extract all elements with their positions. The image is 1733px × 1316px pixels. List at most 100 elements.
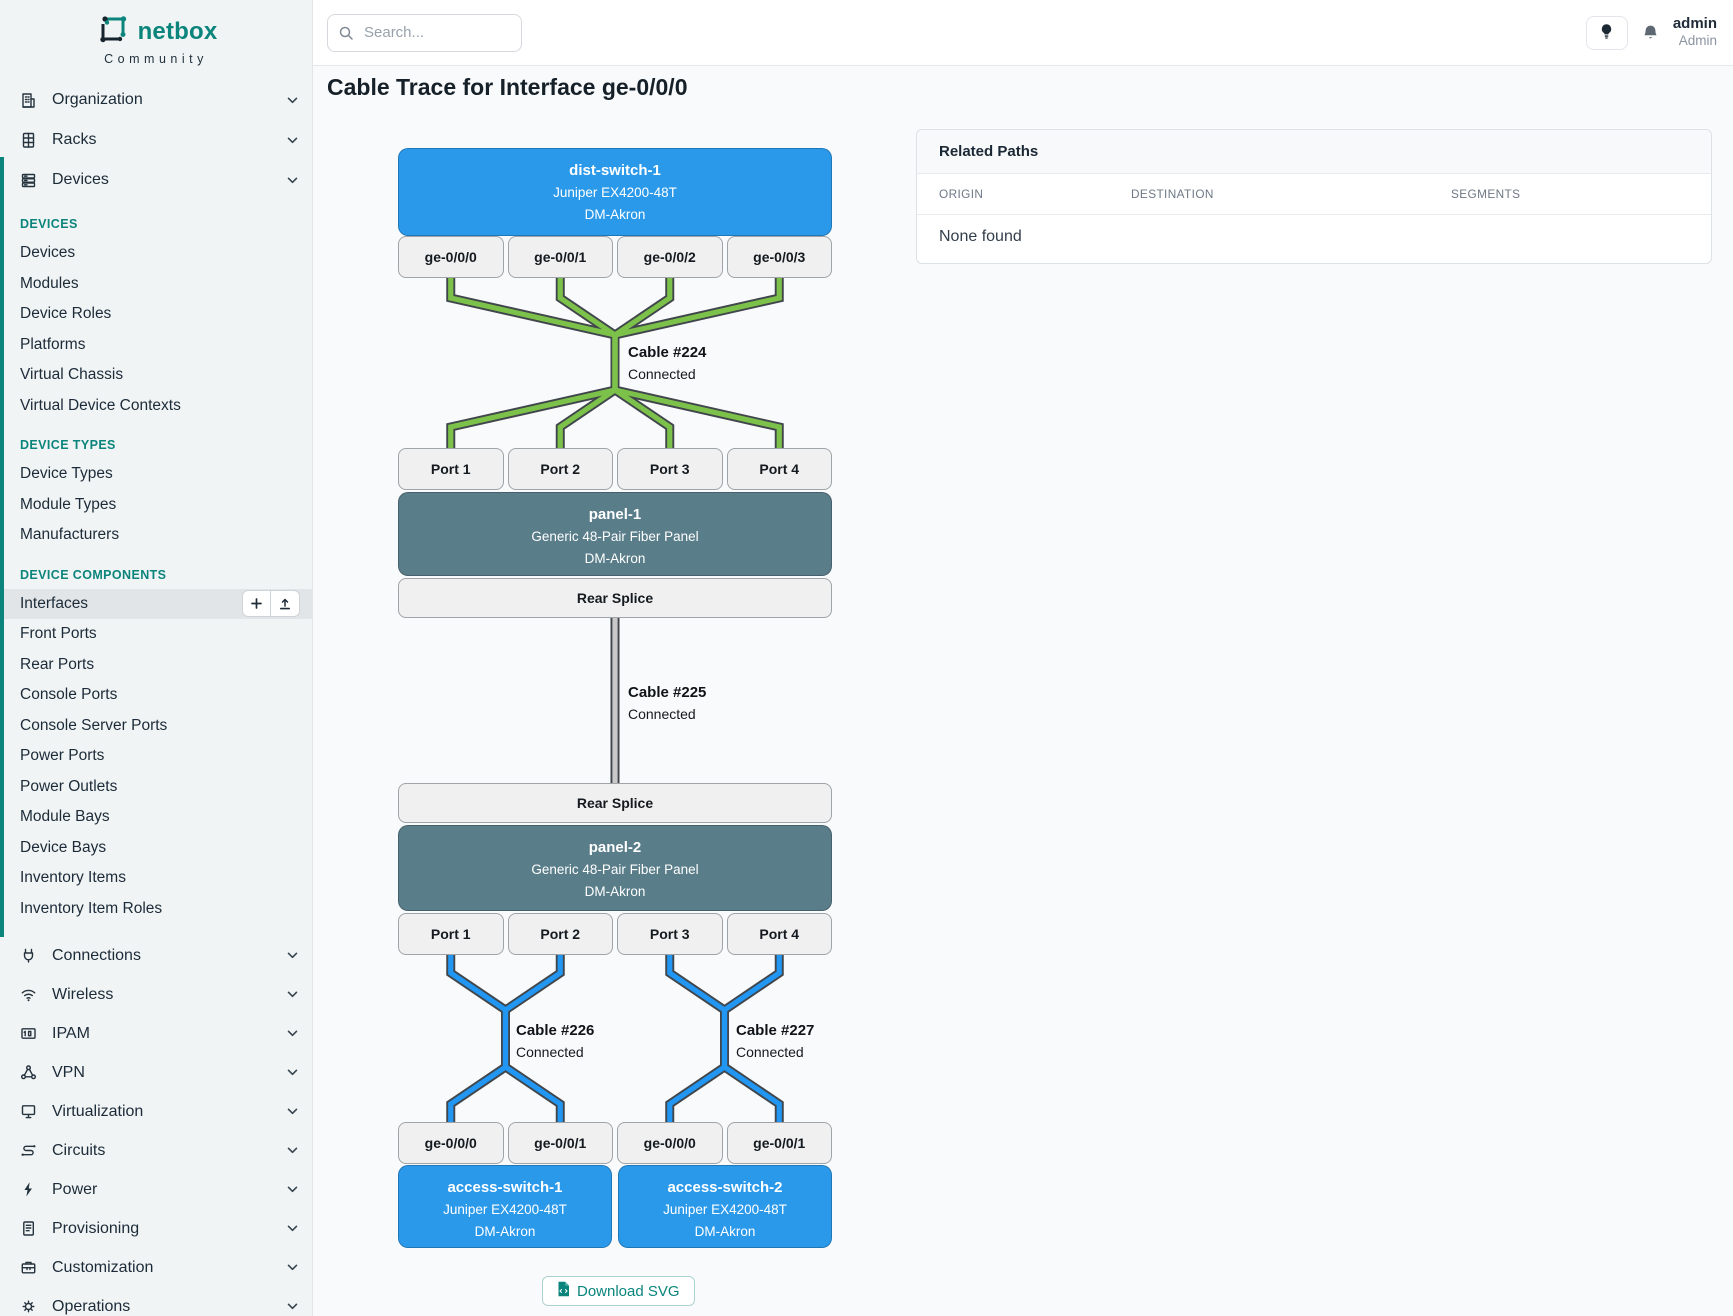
sidebar-item-organization[interactable]: Organization	[0, 80, 312, 120]
sidebar-item-devices[interactable]: Devices	[0, 160, 312, 200]
chevron-down-icon	[287, 952, 298, 959]
cable-status: Connected	[736, 1044, 814, 1060]
sidebar-item-label: Virtualization	[52, 1103, 143, 1121]
cable-227-line[interactable]	[670, 955, 725, 1122]
chevron-down-icon	[287, 1225, 298, 1232]
cable-name[interactable]: Cable #226	[516, 1022, 594, 1039]
sidebar-item-inventory-item-roles[interactable]: Inventory Item Roles	[0, 894, 312, 925]
sidebar-item-console-ports[interactable]: Console Ports	[0, 680, 312, 711]
sidebar-item-devices[interactable]: Devices	[0, 238, 312, 269]
cable-name[interactable]: Cable #225	[628, 684, 706, 701]
sidebar-item-module-types[interactable]: Module Types	[0, 490, 312, 521]
device-detail: Juniper EX4200-48T	[619, 1199, 831, 1221]
device-box-access-switch-1[interactable]: access-switch-1Juniper EX4200-48TDM-Akro…	[398, 1165, 612, 1248]
download-svg-button[interactable]: Download SVG	[542, 1276, 695, 1306]
device-detail: Generic 48-Pair Fiber Panel	[399, 859, 831, 881]
sidebar-item-label: Provisioning	[52, 1220, 139, 1238]
device-box-dist-switch-1[interactable]: dist-switch-1Juniper EX4200-48TDM-Akron	[398, 148, 832, 236]
port-box-ge-0-0-1[interactable]: ge-0/0/1	[508, 1122, 614, 1164]
port-box-ge-0-0-1[interactable]: ge-0/0/1	[508, 236, 614, 278]
sidebar-bottom-group: ConnectionsWirelessIPAMVPN Virtualization…	[0, 936, 312, 1316]
cable-label-cable-224[interactable]: Cable #224Connected	[628, 344, 706, 382]
sidebar-item-device-types[interactable]: Device Types	[0, 459, 312, 490]
device-detail: DM-Akron	[399, 1221, 611, 1243]
import-button[interactable]	[271, 590, 300, 617]
sidebar-item-module-bays[interactable]: Module Bays	[0, 802, 312, 833]
cable-226-line[interactable]	[451, 955, 506, 1122]
device-detail: Juniper EX4200-48T	[399, 182, 831, 204]
sidebar-item-circuits[interactable]: Circuits	[0, 1131, 312, 1170]
port-box-port-3[interactable]: Port 3	[617, 448, 723, 490]
sidebar-item-device-roles[interactable]: Device Roles	[0, 299, 312, 330]
cable-lines-layer	[398, 148, 832, 1258]
port-box-ge-0-0-2[interactable]: ge-0/0/2	[617, 236, 723, 278]
sidebar-item-front-ports[interactable]: Front Ports	[0, 619, 312, 650]
topbar: admin Admin	[313, 0, 1733, 66]
search-input[interactable]	[327, 14, 522, 52]
sidebar-item-vpn[interactable]: VPN	[0, 1053, 312, 1092]
sidebar-item-power-outlets[interactable]: Power Outlets	[0, 772, 312, 803]
sidebar-item-operations[interactable]: Operations	[0, 1287, 312, 1316]
port-box-port-4[interactable]: Port 4	[727, 913, 833, 955]
sidebar-item-console-server-ports[interactable]: Console Server Ports	[0, 711, 312, 742]
topbar-right: admin Admin	[1586, 15, 1717, 49]
rear-port-box-rear-splice[interactable]: Rear Splice	[398, 578, 832, 618]
sidebar-item-virtual-chassis[interactable]: Virtual Chassis	[0, 360, 312, 391]
cable-224-line[interactable]	[560, 278, 615, 448]
sidebar-item-rear-ports[interactable]: Rear Ports	[0, 650, 312, 681]
port-box-port-2[interactable]: Port 2	[508, 448, 614, 490]
cable-label-cable-225[interactable]: Cable #225 Connected	[628, 684, 706, 722]
netbox-logo[interactable]: netbox	[0, 13, 312, 50]
brand-name: netbox	[138, 18, 218, 46]
port-box-ge-0-0-0[interactable]: ge-0/0/0	[398, 1122, 504, 1164]
cable-224-line[interactable]	[451, 278, 615, 448]
sidebar-item-provisioning[interactable]: Provisioning	[0, 1209, 312, 1248]
rear-port-box-rear-splice[interactable]: Rear Splice	[398, 783, 832, 823]
port-box-port-2[interactable]: Port 2	[508, 913, 614, 955]
sidebar-item-racks[interactable]: Racks	[0, 120, 312, 160]
notifications-bell-icon[interactable]	[1642, 24, 1659, 42]
chevron-down-icon	[287, 1147, 298, 1154]
wifi-icon	[20, 986, 37, 1003]
sidebar-item-virtual-device-contexts[interactable]: Virtual Device Contexts	[0, 391, 312, 422]
port-box-ge-0-0-0[interactable]: ge-0/0/0	[398, 236, 504, 278]
cable-label-cable-227[interactable]: Cable #227 Connected	[736, 1022, 814, 1060]
cable-status: Connected	[628, 706, 706, 722]
port-box-port-1[interactable]: Port 1	[398, 913, 504, 955]
cable-label-cable-226[interactable]: Cable #226 Connected	[516, 1022, 594, 1060]
port-box-ge-0-0-1[interactable]: ge-0/0/1	[727, 1122, 833, 1164]
port-box-port-1[interactable]: Port 1	[398, 448, 504, 490]
sidebar-item-manufacturers[interactable]: Manufacturers	[0, 520, 312, 551]
sidebar-item-ipam[interactable]: IPAM	[0, 1014, 312, 1053]
port-box-port-4[interactable]: Port 4	[727, 448, 833, 490]
sidebar-item-virtualization[interactable]: Virtualization	[0, 1092, 312, 1131]
cable-name[interactable]: Cable #224	[628, 344, 706, 361]
add-button[interactable]	[242, 590, 271, 617]
sidebar-item-connections[interactable]: Connections	[0, 936, 312, 975]
sidebar-item-label: Operations	[52, 1298, 130, 1316]
device-box-access-switch-2[interactable]: access-switch-2Juniper EX4200-48TDM-Akro…	[618, 1165, 832, 1248]
cable-name[interactable]: Cable #227	[736, 1022, 814, 1039]
monitor-icon	[20, 1103, 37, 1120]
sidebar-item-modules[interactable]: Modules	[0, 269, 312, 300]
sidebar-item-wireless[interactable]: Wireless	[0, 975, 312, 1014]
lightbulb-icon	[1599, 23, 1614, 43]
sidebar-item-label: Virtual Device Contexts	[20, 397, 181, 415]
user-menu[interactable]: admin Admin	[1673, 15, 1717, 49]
sidebar-item-inventory-items[interactable]: Inventory Items	[0, 863, 312, 894]
sidebar-item-device-bays[interactable]: Device Bays	[0, 833, 312, 864]
sidebar-item-interfaces[interactable]: Interfaces	[0, 589, 312, 620]
device-box-panel-1[interactable]: panel-1Generic 48-Pair Fiber PanelDM-Akr…	[398, 492, 832, 576]
brand-subtitle: Community	[0, 52, 312, 66]
sidebar-item-platforms[interactable]: Platforms	[0, 330, 312, 361]
related-paths-card: Related Paths ORIGINDESTINATIONSEGMENTS …	[916, 129, 1712, 264]
sidebar-item-power[interactable]: Power	[0, 1170, 312, 1209]
sidebar-item-power-ports[interactable]: Power Ports	[0, 741, 312, 772]
port-box-ge-0-0-3[interactable]: ge-0/0/3	[727, 236, 833, 278]
port-box-ge-0-0-0[interactable]: ge-0/0/0	[617, 1122, 723, 1164]
cable-status: Connected	[516, 1044, 594, 1060]
port-box-port-3[interactable]: Port 3	[617, 913, 723, 955]
sidebar-item-customization[interactable]: Customization	[0, 1248, 312, 1287]
theme-toggle-button[interactable]	[1586, 16, 1628, 50]
device-box-panel-2[interactable]: panel-2Generic 48-Pair Fiber PanelDM-Akr…	[398, 825, 832, 911]
